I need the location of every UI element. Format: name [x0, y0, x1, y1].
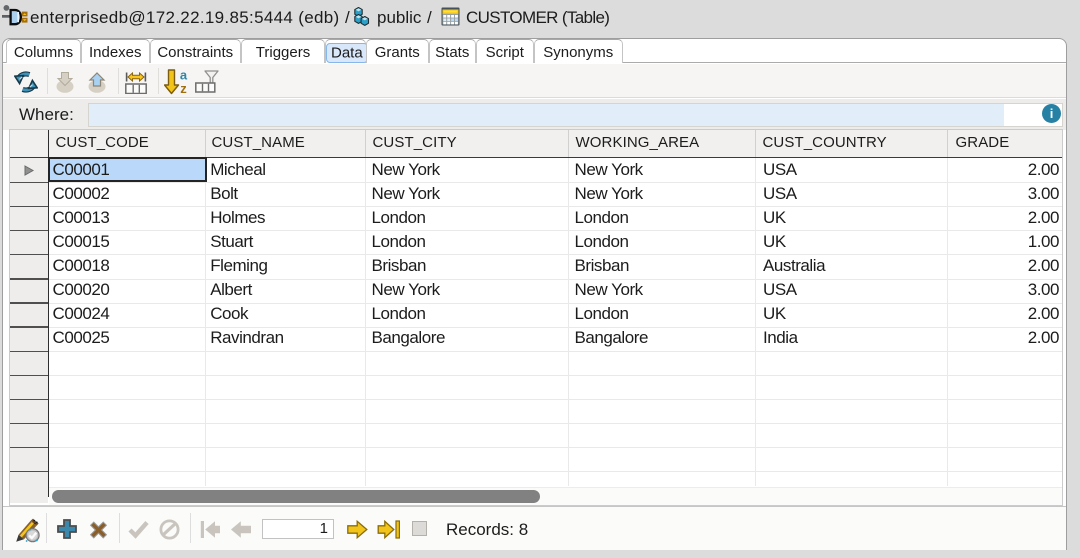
svg-text:z: z [180, 81, 187, 95]
